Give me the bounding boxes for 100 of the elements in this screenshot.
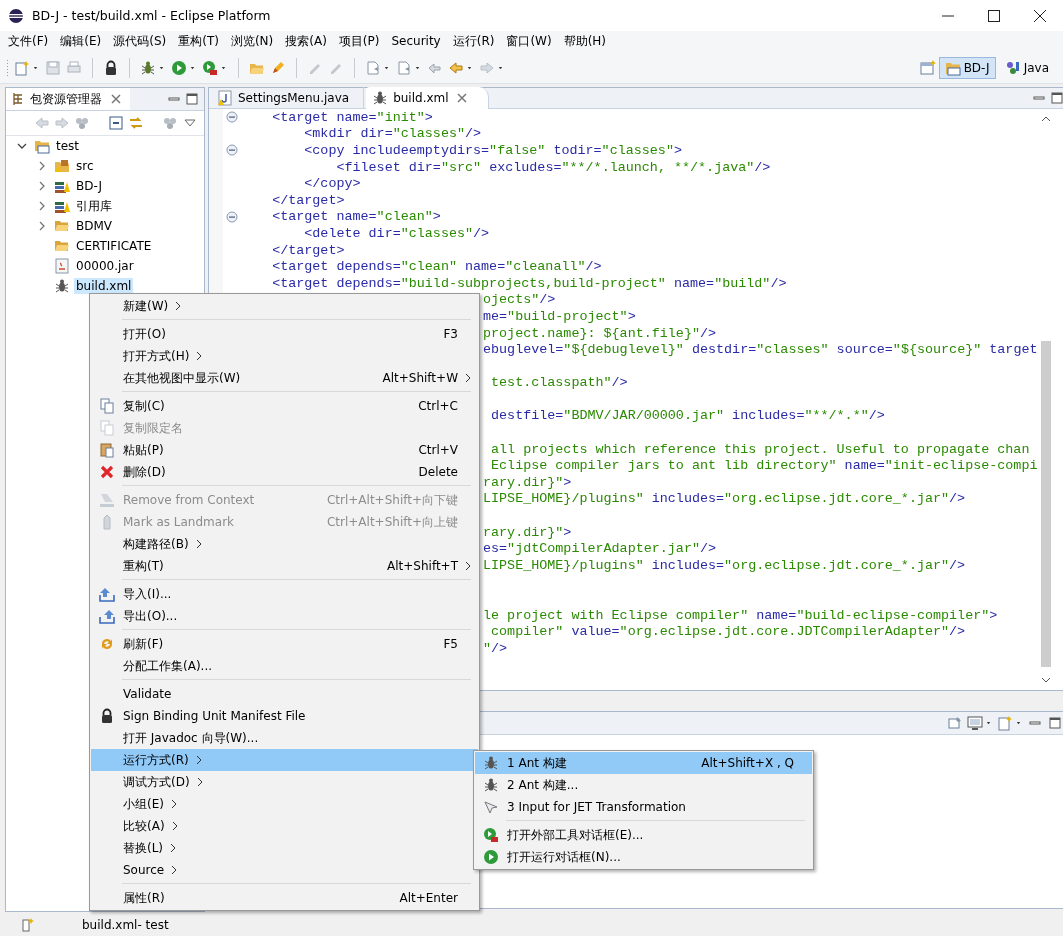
- menu-item[interactable]: 粘贴(P) Ctrl+V: [91, 439, 478, 461]
- back-arrow-icon[interactable]: [427, 60, 443, 76]
- menu-item[interactable]: 打开方式(H): [91, 345, 478, 367]
- code-line: rary.dir}">: [483, 523, 572, 541]
- grip-icon[interactable]: [6, 60, 9, 76]
- menu-item[interactable]: 运行方式(R): [91, 749, 478, 771]
- scroll-thumb[interactable]: [1041, 340, 1051, 667]
- menu-item[interactable]: 打开运行对话框(N)...: [475, 846, 812, 868]
- tree-item[interactable]: src: [74, 158, 96, 174]
- code-line: <fileset dir="src" excludes="**/*.launch, **/*.java"/>: [335, 158, 771, 176]
- fold-icon[interactable]: [223, 109, 240, 126]
- menu-item[interactable]: 文件(F): [4, 32, 53, 50]
- tree-item[interactable]: 引用库: [74, 196, 114, 216]
- menu-item[interactable]: 重构(T) Alt+Shift+T: [91, 555, 478, 577]
- scroll-up-icon[interactable]: [1041, 115, 1051, 123]
- tree-item[interactable]: test: [54, 138, 82, 154]
- code-line: test.classpath"/>: [490, 374, 628, 392]
- code-line: </target>: [271, 191, 345, 209]
- tree-item[interactable]: CERTIFICATE: [74, 238, 154, 254]
- view-tab[interactable]: 包资源管理器: [6, 88, 130, 110]
- code-line: project.name}: ${ant.file}"/>: [483, 324, 717, 342]
- bug-icon: [483, 755, 499, 771]
- fold-icon[interactable]: [223, 208, 240, 225]
- maximize-icon[interactable]: [184, 91, 200, 107]
- menu-item[interactable]: 窗口(W): [502, 32, 556, 50]
- code-line: <target depends="build-subprojects,build-project" name="build"/>: [271, 274, 787, 292]
- menu-item[interactable]: 复制(C) Ctrl+C: [91, 395, 478, 417]
- project-folder-icon: [34, 138, 50, 154]
- menu-item[interactable]: 源代码(S): [109, 32, 171, 50]
- eclipse-icon: [8, 7, 24, 24]
- bug-icon[interactable]: [140, 60, 156, 76]
- maximize-icon[interactable]: [1046, 715, 1063, 731]
- editor-tab[interactable]: build.xml: [366, 87, 489, 109]
- package-folder-icon: [54, 158, 70, 174]
- code-line: <target name="clean">: [271, 208, 441, 226]
- menu-item[interactable]: 搜索(A): [281, 32, 331, 50]
- menu-item[interactable]: 打开外部工具对话框(E)...: [475, 824, 812, 846]
- menu-item[interactable]: 打开(O) F3: [91, 323, 478, 345]
- menu-item[interactable]: 新建(W): [91, 295, 478, 317]
- previous-annotation-icon[interactable]: [396, 60, 412, 76]
- menu-item[interactable]: Validate: [91, 683, 478, 705]
- close-icon[interactable]: [1033, 8, 1047, 23]
- fold-icon[interactable]: [223, 142, 240, 159]
- menu-item[interactable]: 重构(T): [174, 32, 223, 50]
- status-text: build.xml- test: [82, 918, 169, 932]
- display-icon[interactable]: [966, 715, 983, 731]
- maximize-icon[interactable]: [987, 8, 1001, 23]
- menu-item[interactable]: 浏览(N): [226, 32, 278, 50]
- perspective-button[interactable]: Java: [998, 57, 1055, 79]
- next-annotation-icon[interactable]: [365, 60, 381, 76]
- menu-item[interactable]: 运行(R): [448, 32, 499, 50]
- menu-item[interactable]: 在其他视图中显示(W) Alt+Shift+W: [91, 367, 478, 389]
- menu-item[interactable]: 3 Input for JET Transformation: [475, 796, 812, 818]
- java-perspective-icon: [1004, 60, 1021, 76]
- menu-item[interactable]: 编辑(E): [56, 32, 106, 50]
- menu-item[interactable]: 导出(O)...: [91, 605, 478, 627]
- code-line: <target depends="clean" name="cleanall"/>: [271, 258, 602, 276]
- collapse-all-icon[interactable]: [108, 115, 124, 131]
- export-icon: [99, 608, 115, 624]
- back-arrow-icon[interactable]: [448, 60, 464, 76]
- pen-icon[interactable]: [270, 60, 286, 76]
- run-icon[interactable]: [171, 60, 187, 76]
- menu-item[interactable]: 构建路径(B): [91, 533, 478, 555]
- perspective-button[interactable]: BD-J: [938, 57, 996, 79]
- maximize-icon[interactable]: [1048, 90, 1063, 106]
- menu-item[interactable]: Security: [387, 34, 445, 48]
- menu-item[interactable]: Sign Binding Unit Manifest File: [91, 705, 478, 727]
- forward-arrow-icon: [479, 60, 495, 76]
- bug-icon: [54, 278, 70, 294]
- cursor-icon: [483, 799, 499, 815]
- lock-icon[interactable]: [103, 60, 119, 76]
- menu-item[interactable]: 打开 Javadoc 向导(W)...: [91, 727, 478, 749]
- editor-tab[interactable]: SettingsMenu.java: [211, 87, 365, 109]
- tree-item[interactable]: 00000.jar: [74, 258, 136, 274]
- menu-item[interactable]: 分配工作集(A)...: [91, 655, 478, 677]
- code-line: Eclipse compiler jars to ant lib directory" name="init-eclipse-compi: [490, 457, 1038, 475]
- folder-icon: [54, 218, 70, 234]
- menu-item[interactable]: 项目(P): [334, 32, 384, 50]
- status-icon: [20, 917, 36, 933]
- menu-item[interactable]: 删除(D) Delete: [91, 461, 478, 483]
- lock-icon: [99, 708, 115, 724]
- menu-item[interactable]: 帮助(H): [559, 32, 611, 50]
- code-line: </target>: [271, 241, 345, 259]
- tree-item[interactable]: BDMV: [74, 218, 115, 234]
- filter-icon: [162, 115, 178, 131]
- java-file-icon: [217, 90, 233, 106]
- code-line: compiler" value="org.eclipse.jdt.core.JDTCompilerAdapter"/>: [490, 623, 966, 641]
- tree-item[interactable]: BD-J: [74, 178, 104, 194]
- menu-item[interactable]: 导入(I)...: [91, 583, 478, 605]
- back-arrow-icon: [34, 115, 50, 131]
- menu-item[interactable]: 属性(R) Alt+Enter: [91, 887, 478, 909]
- tree-item[interactable]: build.xml: [74, 278, 134, 294]
- package-icon: [12, 92, 24, 106]
- code-line: <copy includeemptydirs="false" todir="classes">: [303, 142, 682, 159]
- menu-item[interactable]: 刷新(F) F5: [91, 633, 478, 655]
- scroll-down-icon[interactable]: [1041, 676, 1051, 684]
- open-perspective-icon[interactable]: [919, 60, 936, 76]
- menu-item[interactable]: 2 Ant 构建...: [475, 774, 812, 796]
- folder-icon: [54, 238, 70, 254]
- menu-item[interactable]: 1 Ant 构建 Alt+Shift+X , Q: [475, 752, 812, 774]
